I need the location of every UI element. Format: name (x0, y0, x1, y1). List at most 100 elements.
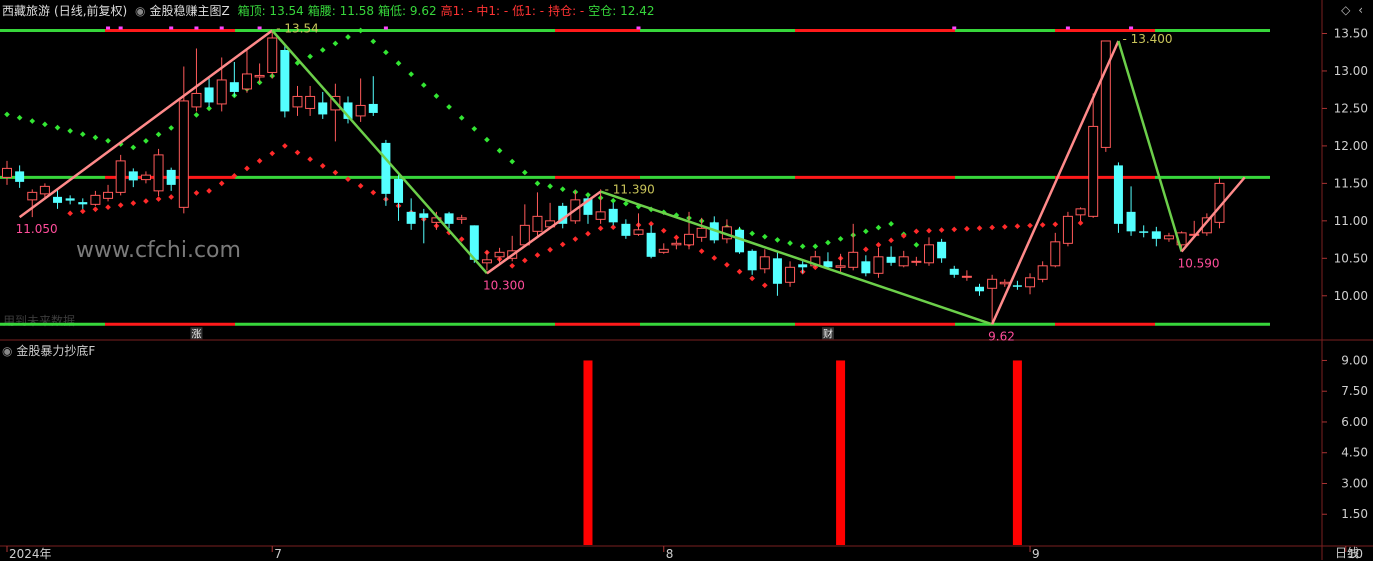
candle-body (1062, 215, 1073, 244)
resistance-dot (79, 131, 86, 138)
sub-tick-label: 1.50 (1341, 507, 1368, 521)
support-dot (319, 163, 326, 169)
candle-body (923, 244, 934, 264)
resistance-dot (307, 53, 313, 60)
price-tick-label: 13.50 (1334, 26, 1368, 40)
zigzag-segment (18, 29, 273, 219)
support-dot (711, 255, 718, 261)
support-dot (143, 198, 149, 204)
top-line-marker (169, 26, 174, 30)
candle-body (671, 242, 682, 246)
candle-body (621, 223, 631, 236)
resistance-dot (863, 228, 869, 235)
support-dot (597, 225, 604, 232)
support-dot (585, 230, 591, 237)
zigzag-segment (1180, 176, 1246, 253)
support-dot (218, 180, 225, 187)
candle-body (987, 278, 998, 289)
price-tick-label: 10.50 (1334, 251, 1368, 265)
resistance-dot (16, 114, 23, 121)
candle-body (241, 73, 252, 90)
indicator-values: 箱顶: 13.54 箱腰: 11.58 箱低: 9.62 高1: - 中1: - 低1: … (238, 4, 659, 18)
resistance-dot (787, 240, 793, 246)
support-dot (913, 228, 920, 235)
sub-indicator-name[interactable]: 金股暴力抄底F (16, 344, 95, 358)
support-dot (938, 227, 945, 233)
diamond-icon[interactable]: ◇ (1341, 3, 1350, 17)
resistance-dot (812, 243, 819, 250)
band-marker-text: 涨 (191, 328, 201, 340)
candle-body (419, 213, 429, 218)
price-tick-label: 12.00 (1334, 139, 1368, 153)
resistance-dot (143, 138, 149, 144)
sub-indicator-toggle-icon[interactable]: ◉ (2, 344, 12, 358)
resistance-dot (433, 93, 440, 99)
candle-body (886, 256, 896, 263)
top-line-marker (257, 26, 262, 30)
candle-body (229, 82, 239, 92)
candle-body (1151, 231, 1161, 239)
candle-body (65, 198, 75, 201)
support-dot (92, 206, 99, 213)
resistance-dot (547, 183, 553, 190)
support-dot (547, 246, 553, 253)
indicator-value-item: 持仓: - (548, 4, 585, 18)
resistance-dot (332, 40, 339, 47)
indicator-value-item: 箱顶: 13.54 (237, 4, 304, 18)
chevron-icon[interactable]: ‹ (1358, 3, 1363, 17)
watermark-text: www.cfchi.com (76, 238, 241, 263)
zigzag-label: 10.590 (1178, 257, 1220, 271)
resistance-dot (92, 134, 99, 141)
candle-body (646, 232, 656, 257)
main-indicator-name[interactable]: 金股稳赚主图Z (150, 4, 230, 18)
candle-body (785, 266, 796, 283)
price-tick-label: 11.50 (1334, 176, 1368, 190)
resistance-dot (345, 34, 351, 40)
support-dot (294, 149, 301, 156)
candle-body (835, 265, 846, 268)
resistance-dot (67, 128, 73, 134)
support-dot (269, 150, 276, 157)
support-dot (1014, 223, 1021, 230)
signal-bar (836, 360, 846, 545)
candle-body (1037, 265, 1048, 280)
candle-body (292, 95, 303, 108)
period-label[interactable]: 日线 (1335, 544, 1359, 561)
candle-body (15, 171, 25, 182)
candle-body (798, 264, 808, 268)
candle-body (128, 171, 138, 181)
indicator-value-item: 箱低: 9.62 (378, 4, 437, 18)
candle-body (1100, 40, 1111, 148)
candle-body (216, 79, 227, 105)
zigzag-segment (271, 29, 488, 275)
support-dot (357, 183, 364, 189)
candle-body (39, 185, 50, 195)
support-dot (256, 158, 263, 164)
candle-body (772, 258, 782, 284)
zigzag-segment (486, 190, 602, 275)
zigzag-segment (990, 40, 1120, 325)
resistance-dot (357, 27, 364, 34)
support-dot (989, 224, 995, 231)
support-dot (888, 237, 894, 244)
candle-body (1163, 235, 1174, 240)
resistance-dot (774, 237, 781, 243)
support-dot (282, 143, 288, 149)
top-line-marker (1129, 26, 1134, 30)
candle-body (178, 100, 189, 208)
sub-tick-label: 9.00 (1341, 353, 1368, 367)
chart-canvas[interactable]: www.cfchi.com用到未来数据13.5013.0012.5012.001… (0, 0, 1373, 560)
indicator-toggle-icon[interactable]: ◉ (135, 4, 145, 18)
support-dot (926, 227, 932, 234)
sub-tick-label: 6.00 (1341, 415, 1368, 429)
candle-body (456, 217, 467, 220)
candle-body (961, 275, 972, 278)
candle-body (481, 259, 492, 264)
resistance-dot (42, 121, 48, 128)
candle-body (949, 268, 959, 275)
support-dot (572, 236, 579, 242)
resistance-dot (395, 60, 402, 67)
support-dot (724, 261, 730, 268)
support-dot (1001, 224, 1008, 230)
candle-body (1075, 208, 1086, 216)
